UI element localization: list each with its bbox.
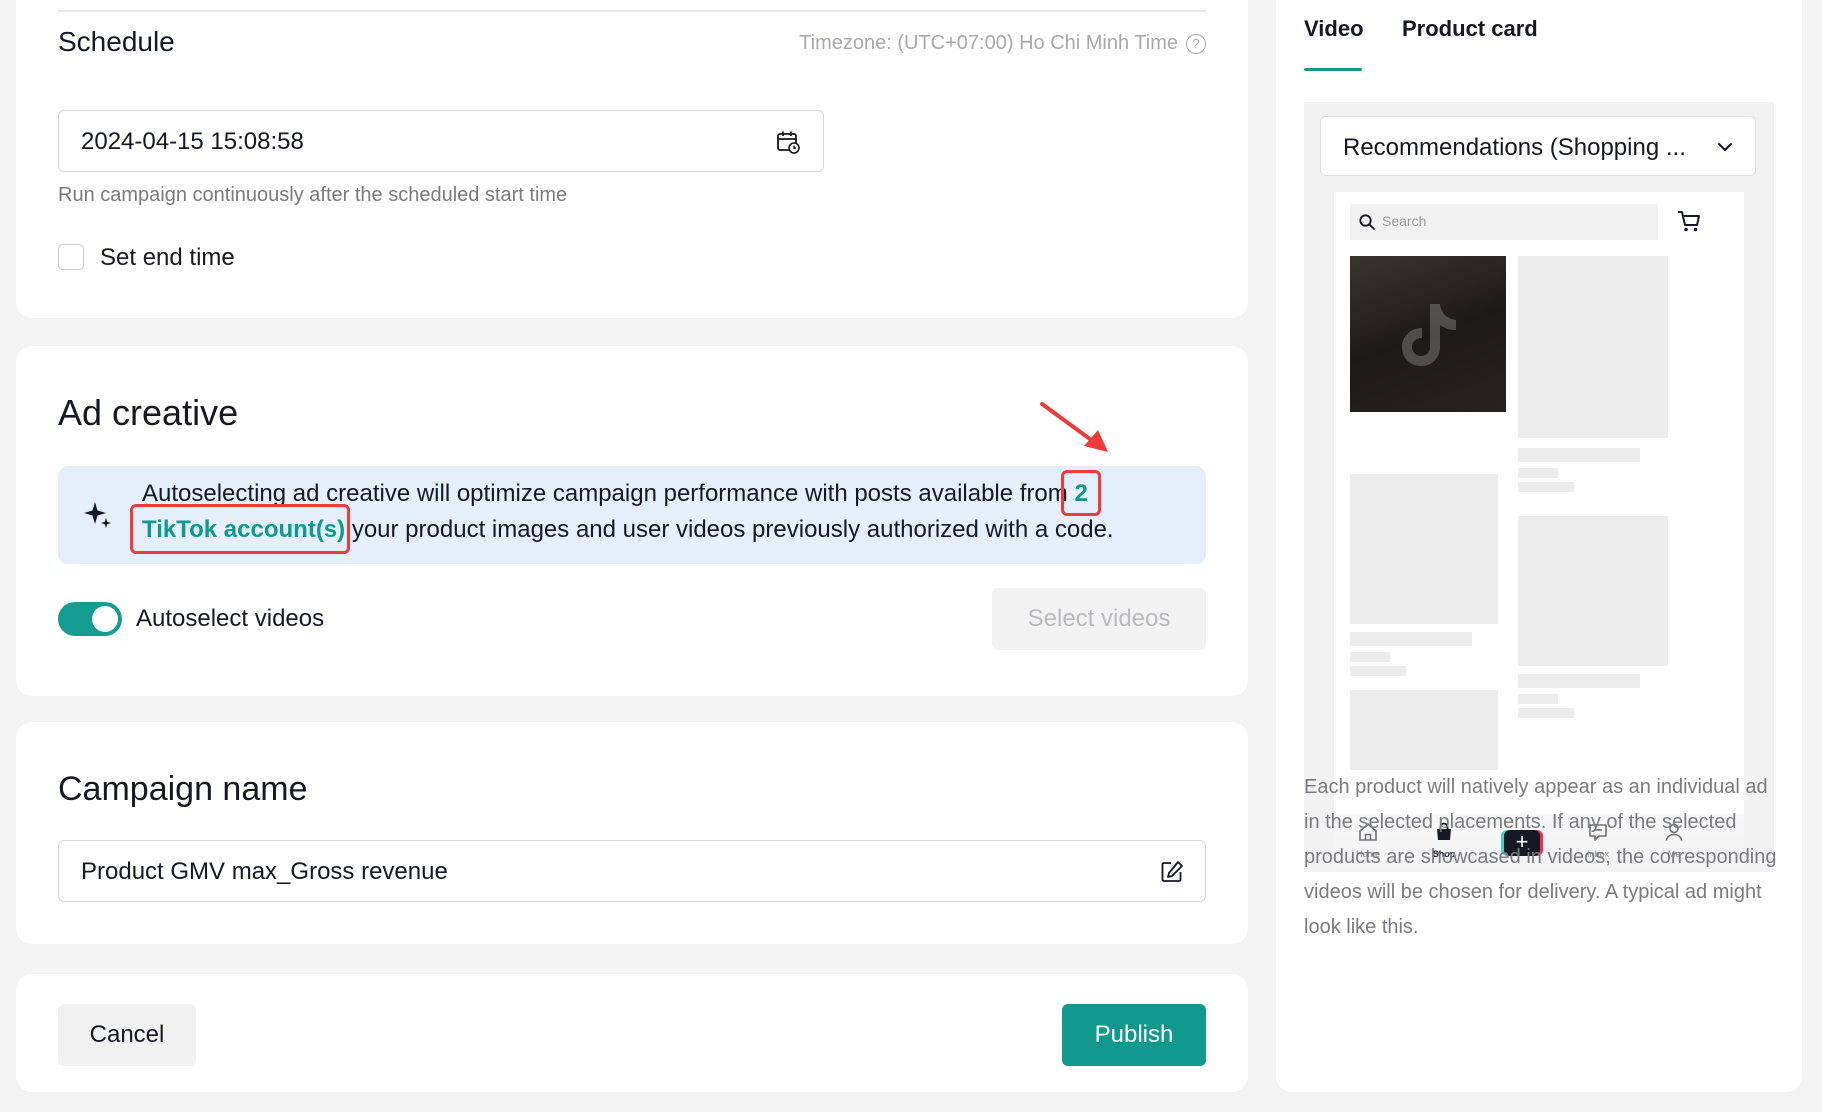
placeholder-line (1518, 694, 1558, 704)
campaign-name-section: Campaign name Product GMV max_Gross reve… (16, 722, 1248, 944)
placeholder-line (1350, 632, 1472, 646)
help-icon[interactable]: ? (1186, 33, 1206, 54)
footer-actions: Cancel Publish (16, 974, 1248, 1092)
placement-select[interactable]: Recommendations (Shopping ... (1320, 116, 1756, 176)
banner-text-start: Autoselecting ad creative will optimize … (142, 480, 1068, 507)
placeholder-line (1350, 652, 1390, 662)
sparkle-icon (84, 502, 111, 528)
divider (58, 10, 1206, 12)
active-tab-indicator (1304, 68, 1362, 71)
start-time-value: 2024-04-15 15:08:58 (81, 128, 304, 155)
placement-selected-value: Recommendations (Shopping ... (1343, 134, 1686, 161)
autoselect-videos-label: Autoselect videos (136, 605, 325, 632)
ad-creative-title: Ad creative (58, 392, 239, 433)
placeholder-card (1350, 474, 1498, 624)
placeholder-line (1518, 674, 1640, 688)
timezone-label: Timezone: (UTC+07:00) Ho Chi Minh Time ? (799, 32, 1206, 55)
tiktok-logo-icon (1402, 304, 1456, 366)
calendar-icon[interactable] (775, 129, 801, 155)
schedule-section: Schedule Timezone: (UTC+07:00) Ho Chi Mi… (16, 0, 1248, 318)
annotation-arrow-icon (1040, 402, 1108, 452)
tab-video[interactable]: Video (1304, 16, 1364, 42)
set-end-time-checkbox[interactable] (58, 244, 84, 270)
select-videos-button[interactable]: Select videos (992, 588, 1206, 650)
cancel-button[interactable]: Cancel (58, 1004, 196, 1066)
phone-search-placeholder: Search (1382, 213, 1427, 229)
placeholder-line (1518, 468, 1558, 478)
campaign-name-input[interactable]: Product GMV max_Gross revenue (58, 840, 1206, 902)
start-time-input[interactable]: 2024-04-15 15:08:58 (58, 110, 824, 172)
preview-description: Each product will natively appear as an … (1304, 776, 1777, 938)
placeholder-card (1350, 690, 1498, 770)
ad-preview-panel: Video Product card Recommendations (Shop… (1276, 0, 1802, 1092)
edit-icon[interactable] (1159, 859, 1185, 885)
cart-icon (1678, 211, 1700, 232)
autoselect-videos-toggle[interactable] (58, 602, 122, 636)
preview-frame: Recommendations (Shopping ... Search Hom… (1304, 102, 1774, 872)
toggle-knob (92, 606, 118, 632)
timezone-text: Timezone: (UTC+07:00) Ho Chi Minh Time (799, 32, 1178, 54)
placeholder-line (1518, 708, 1574, 718)
placeholder-card (1518, 516, 1668, 666)
highlight-box-account-count (1061, 470, 1101, 516)
highlight-box-tiktok-accounts (130, 504, 350, 554)
campaign-name-title: Campaign name (58, 770, 308, 808)
schedule-title: Schedule (58, 26, 175, 57)
run-continuously-note: Run campaign continuously after the sche… (58, 184, 568, 206)
publish-button[interactable]: Publish (1062, 1004, 1206, 1066)
tab-product-card[interactable]: Product card (1402, 16, 1538, 42)
placeholder-line (1518, 448, 1640, 462)
chevron-down-icon (1718, 143, 1732, 151)
video-thumbnail (1350, 256, 1506, 412)
placeholder-line (1518, 482, 1574, 492)
placeholder-card (1518, 256, 1668, 438)
campaign-name-value: Product GMV max_Gross revenue (81, 858, 448, 885)
search-icon (1359, 214, 1375, 230)
phone-search-bar: Search (1350, 204, 1658, 240)
banner-text-end: your product images and user videos prev… (351, 516, 1114, 543)
set-end-time-label[interactable]: Set end time (100, 244, 235, 272)
placeholder-line (1350, 666, 1406, 676)
